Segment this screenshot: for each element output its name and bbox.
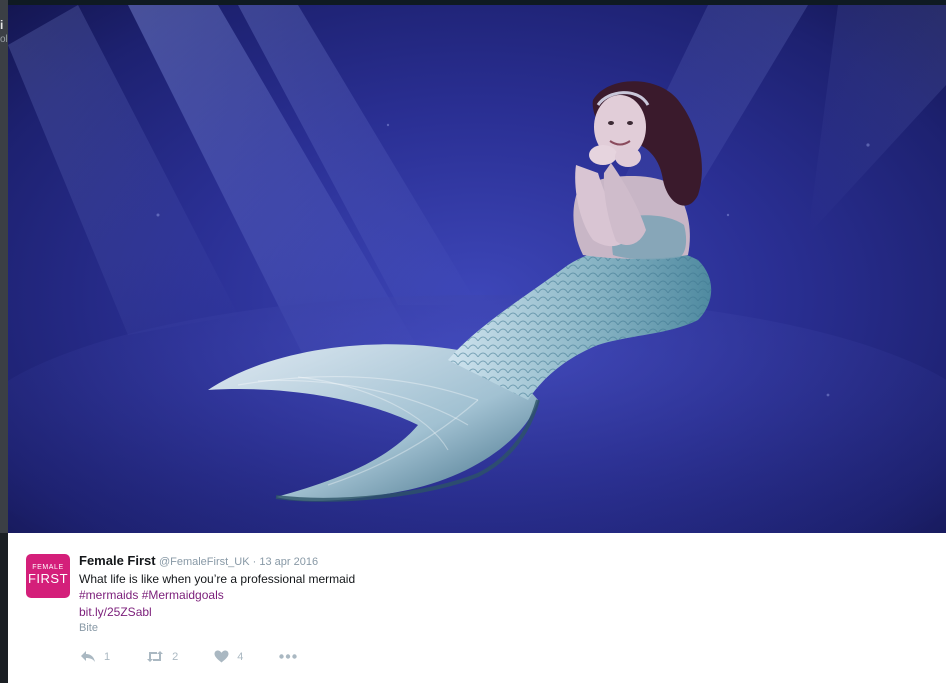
hashtag-link[interactable]: #Mermaidgoals [142, 588, 224, 602]
tweet-content: Female First @FemaleFirst_UK · 13 apr 20… [79, 553, 919, 637]
author-avatar[interactable]: FEMALE FIRST [26, 554, 70, 598]
screenshot-frame: i ol FEMALE FIRST Female First @FemaleFi… [0, 0, 946, 683]
reply-icon [81, 651, 95, 662]
left-partial-text-2: ol [0, 34, 8, 45]
avatar-text-large: FIRST [27, 571, 69, 586]
heart-icon [214, 650, 229, 663]
author-handle[interactable]: @FemaleFirst_UK [159, 556, 250, 568]
more-options-button[interactable] [279, 654, 305, 659]
left-partial-text-1: i [0, 18, 4, 32]
tweet-url-link[interactable]: bit.ly/25ZSabl [79, 604, 919, 621]
tweet-card: FEMALE FIRST Female First @FemaleFirst_U… [8, 533, 946, 683]
tweet-text: What life is like when you’re a professi… [79, 571, 356, 586]
left-partial-panel: i ol [0, 0, 8, 533]
like-count: 4 [237, 650, 244, 663]
hashtag-link[interactable]: #mermaids [79, 588, 138, 602]
reply-count: 1 [104, 650, 111, 663]
like-button[interactable]: 4 [214, 650, 243, 663]
tweet-media-image[interactable] [8, 5, 946, 533]
retweet-count: 2 [172, 650, 179, 663]
mermaid-photo-illustration [8, 5, 946, 533]
reply-button[interactable]: 1 [80, 650, 110, 663]
meta-separator: · [249, 556, 260, 568]
tweet-hashtags: #mermaids #Mermaidgoals [79, 587, 919, 604]
retweet-icon [147, 651, 164, 662]
tweet-category-label: Bite [79, 622, 98, 634]
tweet-header: Female First @FemaleFirst_UK · 13 apr 20… [79, 553, 919, 571]
tweet-date[interactable]: 13 apr 2016 [259, 556, 318, 568]
author-name[interactable]: Female First [79, 553, 156, 568]
retweet-button[interactable]: 2 [146, 650, 178, 663]
more-dots-icon [279, 654, 298, 659]
tweet-actions-bar: 1 2 4 [80, 650, 341, 663]
